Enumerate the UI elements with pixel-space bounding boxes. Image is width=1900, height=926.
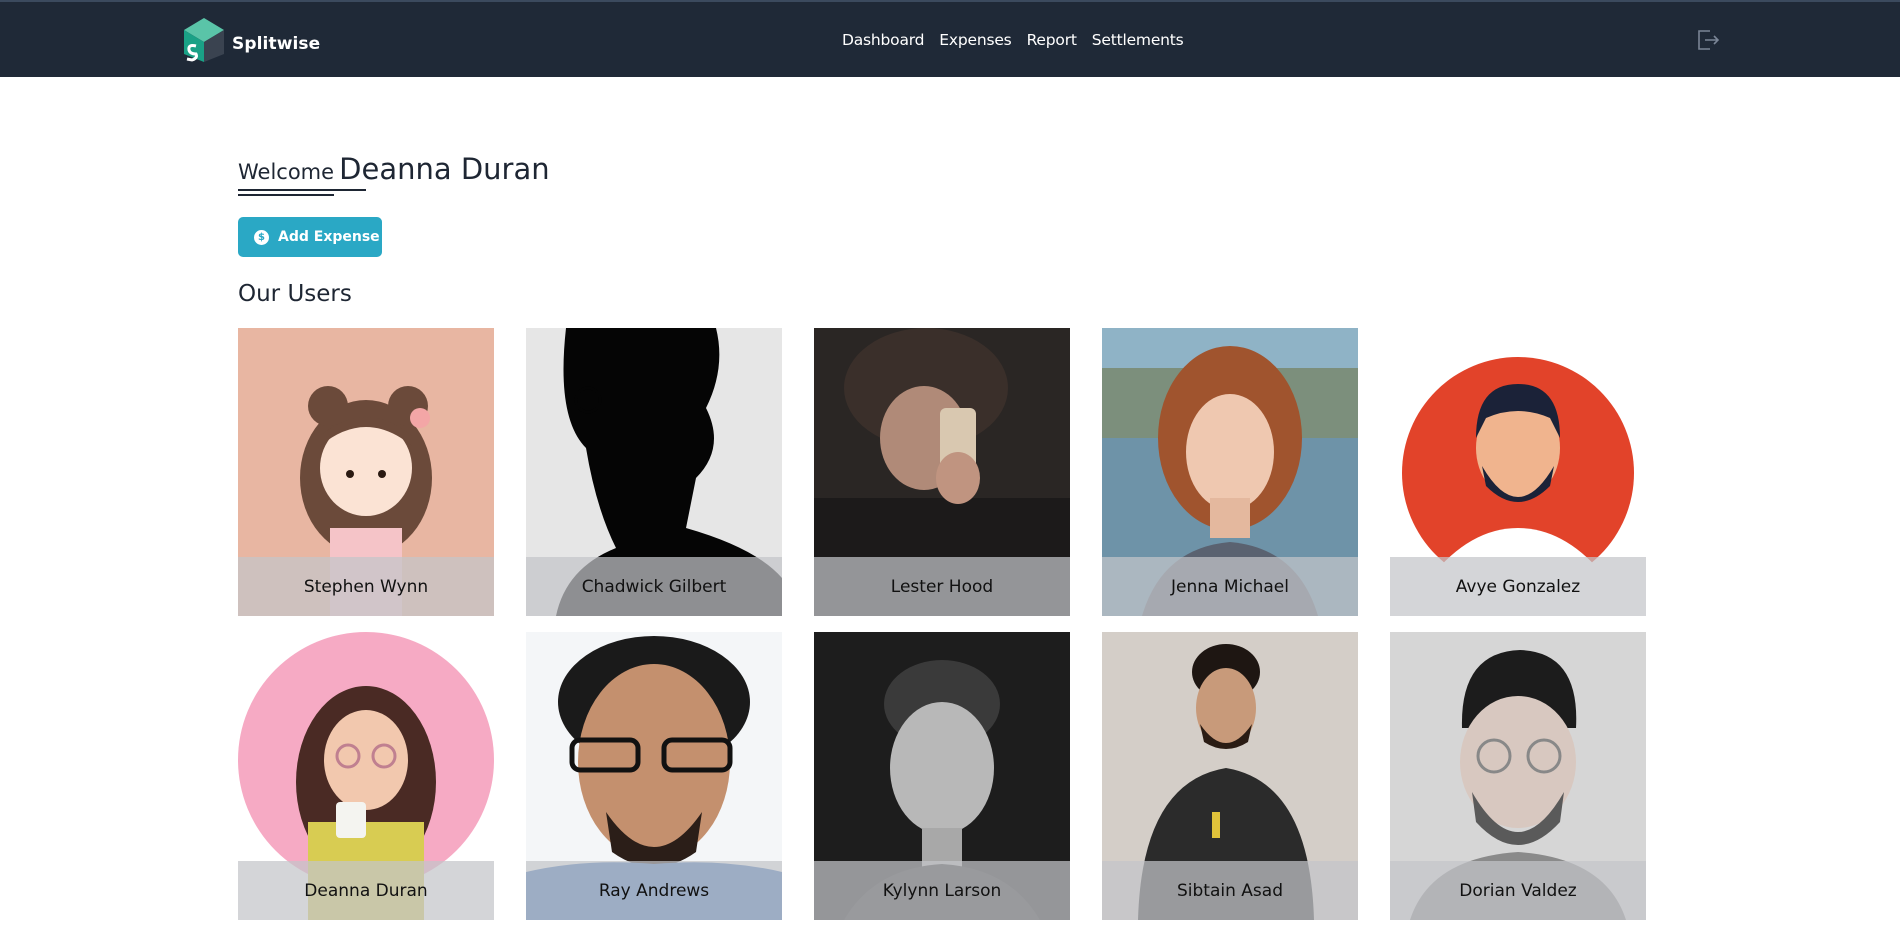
top-navbar: Splitwise Dashboard Expenses Report Sett… (0, 0, 1900, 77)
user-name-caption: Stephen Wynn (238, 557, 494, 616)
user-card[interactable]: Lester Hood (814, 328, 1070, 616)
user-name: Sibtain Asad (1177, 880, 1283, 901)
user-name: Avye Gonzalez (1455, 576, 1581, 597)
add-expense-button[interactable]: $ Add Expense (238, 217, 382, 257)
logout-icon[interactable] (1695, 27, 1721, 53)
heading-underline (238, 189, 366, 191)
user-name-caption: Deanna Duran (238, 861, 494, 920)
splitwise-logo-icon (184, 18, 224, 62)
brand-name: Splitwise (232, 34, 321, 54)
welcome-user-name: Deanna Duran (339, 152, 550, 186)
user-name: Jenna Michael (1171, 576, 1289, 597)
user-name-caption: Dorian Valdez (1390, 861, 1646, 920)
user-card[interactable]: Chadwick Gilbert (526, 328, 782, 616)
brand[interactable]: Splitwise (184, 18, 320, 62)
welcome-prefix: Welcome (238, 160, 335, 184)
user-name: Lester Hood (890, 576, 994, 597)
user-card[interactable]: Jenna Michael (1102, 328, 1358, 616)
user-name-caption: Lester Hood (814, 557, 1070, 616)
user-name: Ray Andrews (598, 880, 710, 901)
nav-link-report[interactable]: Report (1027, 31, 1077, 49)
main-nav: Dashboard Expenses Report Settlements (842, 31, 1199, 49)
welcome-heading: Welcome Deanna Duran (238, 152, 550, 186)
nav-link-settlements[interactable]: Settlements (1092, 31, 1184, 49)
user-name: Kylynn Larson (882, 880, 1002, 901)
user-card[interactable]: Stephen Wynn (238, 328, 494, 616)
user-card[interactable]: Deanna Duran (238, 632, 494, 920)
user-card[interactable]: Kylynn Larson (814, 632, 1070, 920)
user-name-caption: Chadwick Gilbert (526, 557, 782, 616)
user-name: Deanna Duran (304, 880, 428, 901)
nav-link-dashboard[interactable]: Dashboard (842, 31, 924, 49)
user-card[interactable]: Ray Andrews (526, 632, 782, 920)
user-name: Stephen Wynn (303, 576, 429, 597)
user-name-caption: Sibtain Asad (1102, 861, 1358, 920)
user-name-caption: Jenna Michael (1102, 557, 1358, 616)
user-name-caption: Kylynn Larson (814, 861, 1070, 920)
user-card[interactable]: Dorian Valdez (1390, 632, 1646, 920)
heading-underline-secondary (238, 194, 334, 196)
user-name-caption: Avye Gonzalez (1390, 557, 1646, 616)
user-name-caption: Ray Andrews (526, 861, 782, 920)
user-name: Chadwick Gilbert (581, 576, 727, 597)
dollar-circle-icon: $ (254, 229, 269, 245)
user-name: Dorian Valdez (1459, 880, 1577, 901)
users-section-title: Our Users (238, 281, 352, 307)
user-card[interactable]: Sibtain Asad (1102, 632, 1358, 920)
nav-link-expenses[interactable]: Expenses (939, 31, 1011, 49)
user-card[interactable]: Avye Gonzalez (1390, 328, 1646, 616)
add-expense-label: Add Expense (278, 229, 380, 245)
